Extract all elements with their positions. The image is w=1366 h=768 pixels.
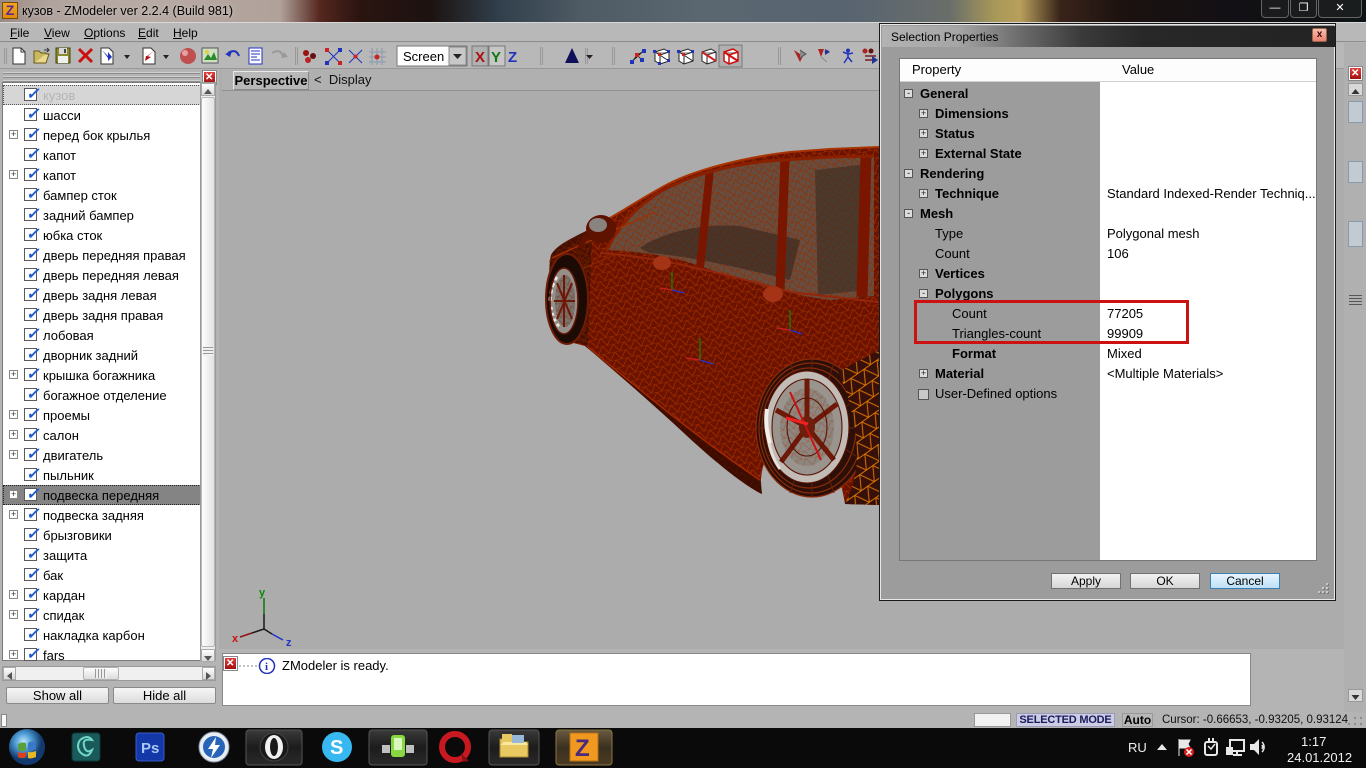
svg-text:x: x (232, 633, 239, 645)
svg-text:1:17: 1:17 (1301, 734, 1326, 749)
svg-text:X: X (475, 49, 485, 66)
svg-text:Z: Z (508, 49, 517, 66)
svg-text:z: z (286, 637, 292, 649)
svg-text:Screen: Screen (403, 49, 444, 64)
svg-text:S: S (330, 737, 343, 759)
svg-text:Z: Z (575, 735, 590, 762)
svg-text:Y: Y (491, 49, 501, 66)
svg-text:i: i (265, 661, 268, 673)
svg-text:y: y (259, 587, 266, 599)
svg-text:24.01.2012: 24.01.2012 (1287, 750, 1352, 765)
svg-text:Ps: Ps (141, 740, 159, 757)
svg-text:RU: RU (1128, 740, 1147, 755)
